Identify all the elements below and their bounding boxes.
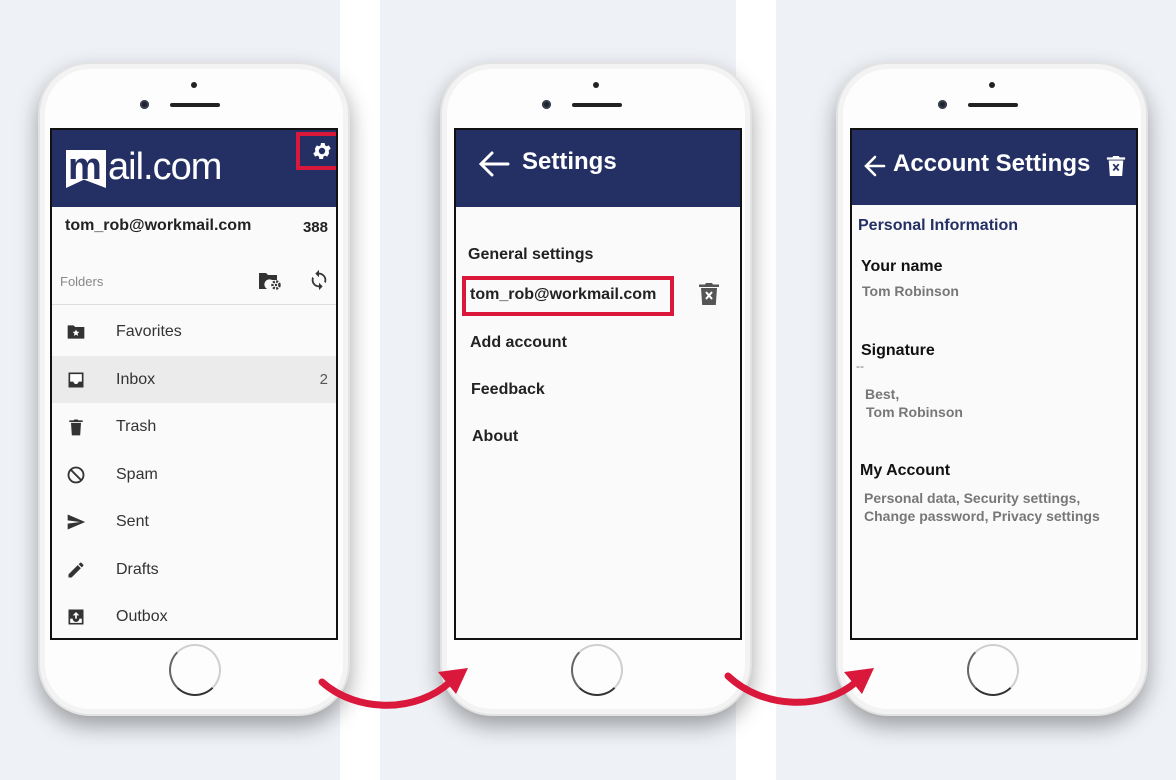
folder-outbox[interactable]: Outbox [52, 593, 336, 638]
folders-header: Folders [52, 258, 336, 305]
folder-favorites[interactable]: Favorites [52, 308, 336, 356]
front-camera [938, 100, 947, 109]
folders-label: Folders [60, 274, 104, 289]
settings-screen: Settings General settings tom_rob@workma… [454, 128, 742, 640]
folder-sent[interactable]: Sent [52, 498, 336, 546]
folder-label: Inbox [116, 370, 156, 388]
phone-mockup-2: Settings General settings tom_rob@workma… [440, 62, 752, 716]
logo-text: ail.com [108, 146, 222, 188]
account-settings-header: Account Settings [852, 130, 1136, 205]
folder-inbox[interactable]: Inbox 2 [52, 355, 336, 403]
folder-label: Drafts [116, 560, 159, 578]
phone-camera [989, 82, 995, 88]
gear-icon [313, 143, 331, 159]
about-item[interactable]: About [472, 428, 518, 446]
flow-arrow-1 [318, 668, 468, 709]
inbox-icon [68, 372, 84, 387]
my-account-line-1[interactable]: Personal data, Security settings, [864, 490, 1080, 506]
phone-speaker [170, 103, 220, 107]
folder-list: Favorites Inbox 2 Trash Spam Sent Drafts… [52, 308, 336, 638]
your-name-value[interactable]: Tom Robinson [862, 283, 959, 299]
phone-speaker [968, 103, 1018, 107]
account-settings-screen: Account Settings Personal Information Yo… [850, 128, 1138, 640]
home-button[interactable] [967, 644, 1019, 696]
my-account-line-2[interactable]: Change password, Privacy settings [864, 508, 1100, 524]
account-email: tom_rob@workmail.com [65, 217, 252, 234]
settings-button[interactable] [296, 132, 336, 170]
star-folder-icon [67, 325, 85, 339]
pencil-icon [68, 562, 84, 577]
back-arrow-icon[interactable] [864, 154, 886, 178]
account-row[interactable]: tom_rob@workmail.com 388 [52, 207, 336, 253]
flow-arrow-2 [724, 668, 874, 706]
logo-m: m [68, 146, 102, 188]
trash-icon [69, 419, 83, 436]
settings-title: Settings [522, 148, 617, 175]
delete-account-icon[interactable] [698, 282, 720, 306]
front-camera [140, 100, 149, 109]
phone-camera [593, 82, 599, 88]
mail-screen: m ail.com tom_rob@workmail.com 388 Folde… [50, 128, 338, 640]
home-button[interactable] [169, 644, 221, 696]
folder-trash[interactable]: Trash [52, 403, 336, 451]
signature-line-2[interactable]: Tom Robinson [866, 404, 963, 420]
phone-mockup-1: m ail.com tom_rob@workmail.com 388 Folde… [38, 62, 350, 716]
folder-drafts[interactable]: Drafts [52, 546, 336, 594]
back-arrow-icon[interactable] [478, 150, 510, 178]
unread-count: 388 [302, 219, 328, 236]
feedback-item[interactable]: Feedback [471, 381, 545, 399]
settings-header: Settings [456, 130, 740, 207]
your-name-label: Your name [861, 258, 943, 275]
phone-mockup-3: Account Settings Personal Information Yo… [836, 62, 1148, 716]
folder-label: Favorites [116, 323, 182, 340]
personal-information-heading: Personal Information [858, 217, 1019, 234]
folder-settings-icon[interactable] [258, 270, 282, 292]
refresh-icon[interactable] [308, 269, 330, 291]
add-account-item[interactable]: Add account [470, 334, 567, 352]
folder-label: Spam [116, 465, 158, 483]
send-icon [67, 514, 86, 530]
outbox-icon [68, 609, 84, 625]
delete-account-icon[interactable] [1106, 154, 1126, 178]
signature-line-1[interactable]: Best, [865, 386, 899, 402]
front-camera [542, 100, 551, 109]
mail-header: m ail.com [52, 130, 336, 207]
signature-dash: -- [856, 359, 864, 373]
folder-label: Sent [116, 513, 149, 530]
folder-spam[interactable]: Spam [52, 451, 336, 499]
phone-camera [191, 82, 197, 88]
account-settings-title: Account Settings [893, 150, 1091, 177]
block-icon [67, 466, 85, 483]
folder-label: Trash [116, 418, 157, 435]
folder-label: Outbox [116, 608, 168, 625]
home-button[interactable] [571, 644, 623, 696]
my-account-label: My Account [860, 462, 951, 479]
account-email-item[interactable]: tom_rob@workmail.com [470, 286, 656, 304]
inbox-count: 2 [319, 370, 328, 388]
phone-speaker [572, 103, 622, 107]
general-settings-item[interactable]: General settings [468, 246, 593, 264]
signature-label: Signature [861, 342, 935, 359]
